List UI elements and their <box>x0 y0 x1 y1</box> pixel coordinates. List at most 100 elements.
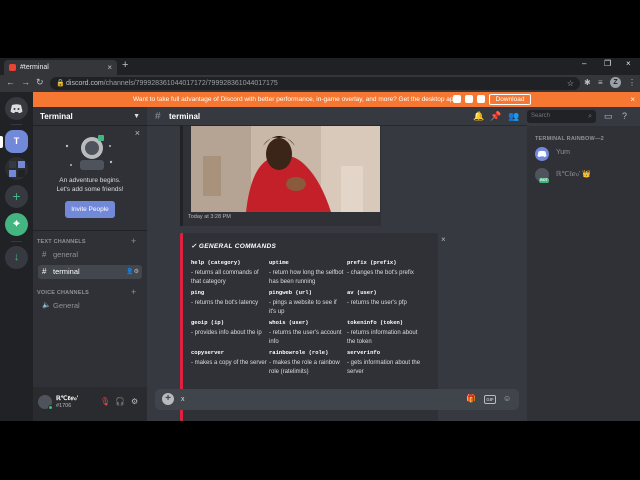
profile-avatar[interactable]: Z <box>610 77 621 88</box>
command-name: uptime <box>269 259 289 266</box>
gift-icon[interactable]: 🎁 <box>466 394 476 403</box>
channel-sidebar: Terminal ▼ × An adventure begins. Let's … <box>33 107 147 421</box>
active-server-pill <box>0 136 3 148</box>
command-field: av (user) - returns the user's pfp <box>347 289 423 308</box>
emoji-icon[interactable]: ☺ <box>503 394 511 403</box>
command-description: - returns the user's account info <box>269 330 342 345</box>
attached-image[interactable] <box>191 126 380 212</box>
command-name: copyserver <box>191 349 225 356</box>
command-description: - makes the role a rainbow role (ratelim… <box>269 360 340 375</box>
server-list: T + ⌖ ↓ <box>0 92 33 421</box>
search-icon: ⌕ <box>588 113 592 120</box>
command-description: - gets information about the server <box>347 360 421 375</box>
url-path: /channels/799928361044017172/79992836104… <box>103 80 278 87</box>
address-bar[interactable]: 🔒 discord.com/channels/79992836104401717… <box>50 77 580 90</box>
server-avatar-icon[interactable] <box>5 157 28 180</box>
headphones-icon[interactable]: 🎧 <box>115 397 125 406</box>
channel-title: terminal <box>169 112 201 121</box>
tab-close-button[interactable]: × <box>107 60 112 75</box>
voice-channel-general[interactable]: 🔈 General <box>38 299 142 313</box>
lock-icon: 🔒 <box>56 80 65 87</box>
welcome-line-1: An adventure begins. <box>59 177 121 184</box>
welcome-text: An adventure begins. Let's add some frie… <box>33 176 147 194</box>
search-input[interactable]: Search ⌕ <box>527 110 596 123</box>
notification-bell-icon[interactable]: 🔔 <box>473 111 484 122</box>
gif-button[interactable]: GIF <box>484 395 496 404</box>
discord-home-icon[interactable] <box>5 97 28 120</box>
server-header[interactable]: Terminal ▼ <box>33 107 147 126</box>
maximize-button[interactable]: ❐ <box>604 59 611 68</box>
member-list: TERMINAL RAINBOW—2 Yum BOT ℝ℃ℓℯℴ' 👑 <box>527 126 640 421</box>
message-composer[interactable]: + x 🎁 GIF ☺ <box>155 389 519 410</box>
add-server-button[interactable]: + <box>5 185 28 208</box>
command-field: ping - returns the bot's latency <box>191 289 267 308</box>
extensions-icon[interactable]: ✱ <box>584 78 591 87</box>
server-divider-2 <box>11 241 22 242</box>
user-settings-gear-icon[interactable]: ⚙ <box>131 397 138 406</box>
new-tab-button[interactable]: + <box>122 59 128 71</box>
server-name: Terminal <box>40 112 73 121</box>
browser-tab[interactable]: #terminal × <box>4 60 117 75</box>
inbox-icon[interactable]: ▭ <box>604 111 613 122</box>
command-name: tokeninfo (token) <box>347 319 404 326</box>
member-name: Yum <box>556 149 571 156</box>
menu-kebab-icon[interactable]: ⋮ <box>628 78 636 87</box>
forward-icon[interactable]: → <box>21 77 30 87</box>
windows-icon <box>477 95 485 103</box>
chevron-down-icon: ▼ <box>133 113 140 120</box>
explore-servers-icon[interactable]: ⌖ <box>5 213 28 236</box>
command-description: - returns information about the token <box>347 330 418 345</box>
close-window-button[interactable]: × <box>626 59 631 68</box>
list-icon[interactable]: ≡ <box>598 78 603 87</box>
command-field: whois (user) - returns the user's accoun… <box>269 319 345 346</box>
navigation-bar: ← → ↻ 🔒 discord.com/channels/79992836104… <box>0 75 640 92</box>
welcome-card: × An adventure begins. Let's add some fr… <box>33 126 147 231</box>
command-name: pingweb (url) <box>269 289 312 296</box>
mute-mic-icon[interactable]: 🎙 <box>100 397 110 406</box>
welcome-line-2: Let's add some friends! <box>56 186 124 193</box>
message-input[interactable]: x <box>181 389 185 410</box>
embed-close-button[interactable]: × <box>441 235 446 244</box>
command-description: - returns all commands of that category <box>191 270 259 285</box>
user-tag: #1706 <box>56 403 72 409</box>
member-list-icon[interactable]: 👥 <box>508 111 519 122</box>
welcome-close-button[interactable]: × <box>135 128 140 138</box>
hash-icon: # <box>42 267 47 276</box>
command-name: prefix (prefix) <box>347 259 397 266</box>
pinned-messages-icon[interactable]: 📌 <box>490 111 501 122</box>
channel-terminal[interactable]: # terminal 👤⚙ <box>38 265 142 279</box>
help-icon[interactable]: ? <box>622 111 627 121</box>
upload-plus-button[interactable]: + <box>162 393 174 405</box>
command-name: av (user) <box>347 289 377 296</box>
minimize-button[interactable]: – <box>582 59 586 68</box>
bookmark-star-icon[interactable]: ☆ <box>567 77 574 90</box>
member-row[interactable]: Yum <box>535 145 635 163</box>
command-description: - provides info about the ip <box>191 330 262 336</box>
create-voice-channel-button[interactable]: + <box>131 287 136 297</box>
voice-channels-category[interactable]: VOICE CHANNELS + <box>37 287 136 297</box>
download-button[interactable]: Download <box>489 94 531 105</box>
command-name: help (category) <box>191 259 241 266</box>
member-row[interactable]: BOT ℝ℃ℓℯℴ' 👑 <box>535 166 635 184</box>
image-embed <box>180 126 381 226</box>
user-panel: ℝ℃ℓℯℴ' #1706 🎙 🎧 ⚙ <box>33 387 147 421</box>
server-terminal-icon[interactable]: T <box>5 130 28 153</box>
channel-general[interactable]: # general <box>38 248 142 262</box>
download-apps-icon[interactable]: ↓ <box>5 246 28 269</box>
tab-strip: #terminal × + – ❐ × <box>0 58 640 75</box>
command-name: serverinfo <box>347 349 381 356</box>
command-field: serverinfo - gets information about the … <box>347 349 423 376</box>
hash-icon: # <box>42 250 47 259</box>
command-field: copyserver - makes a copy of the server <box>191 349 267 368</box>
invite-people-button[interactable]: Invite People <box>65 201 115 218</box>
message-timestamp: Today at 3:28 PM <box>188 214 231 220</box>
back-icon[interactable]: ← <box>6 77 15 87</box>
create-text-channel-button[interactable]: + <box>131 236 136 246</box>
download-banner: Want to take full advantage of Discord w… <box>33 92 640 107</box>
text-channels-category[interactable]: TEXT CHANNELS + <box>37 236 136 246</box>
banner-close-button[interactable]: × <box>630 92 635 107</box>
user-avatar[interactable] <box>38 395 53 410</box>
reload-icon[interactable]: ↻ <box>36 77 44 88</box>
command-field: geoip (ip) - provides info about the ip <box>191 319 267 338</box>
channel-settings-icons[interactable]: 👤⚙ <box>126 265 139 279</box>
